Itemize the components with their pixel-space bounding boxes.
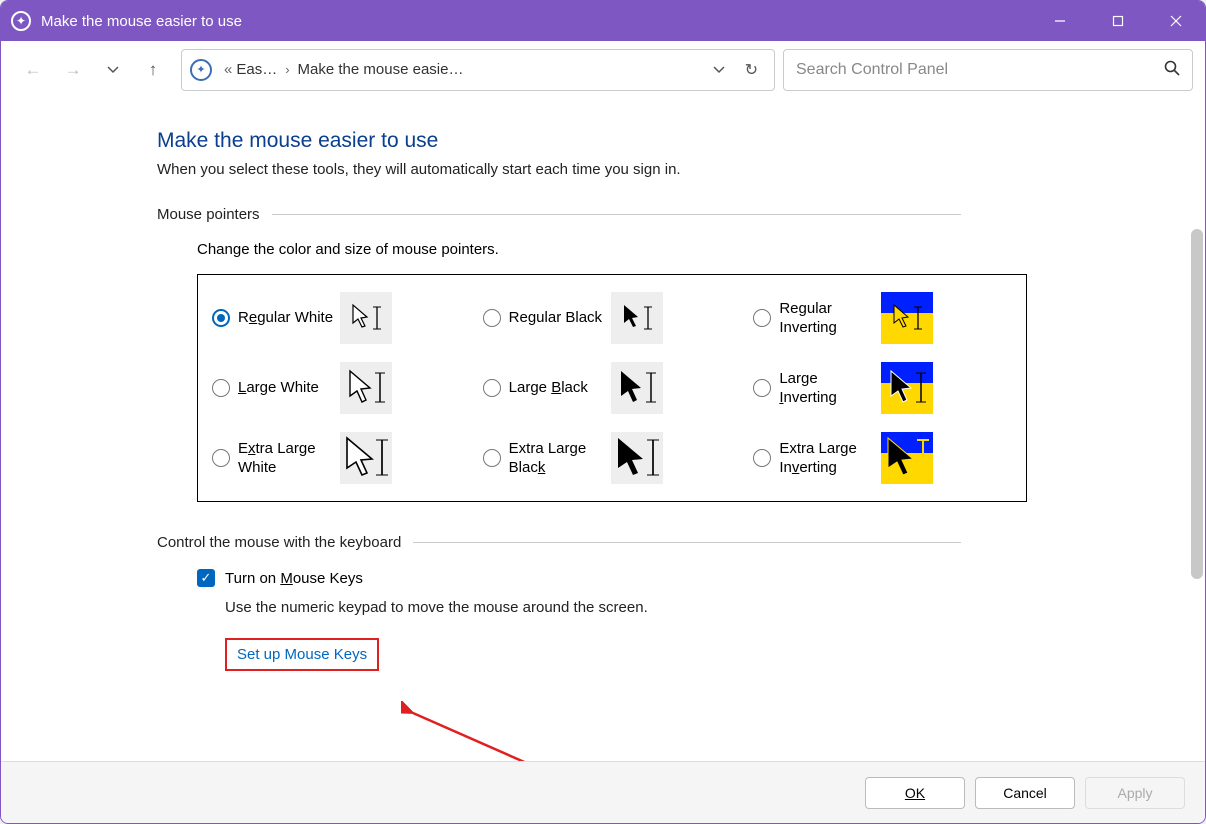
- control-panel-icon: ✦: [190, 59, 212, 81]
- up-button[interactable]: ↑: [133, 50, 173, 90]
- preview-xl-inverting: [881, 432, 933, 484]
- mouse-keys-label: Turn on Mouse Keys: [225, 570, 363, 587]
- option-large-white[interactable]: Large White: [206, 353, 477, 423]
- apply-button[interactable]: Apply: [1085, 777, 1185, 809]
- setup-mouse-keys-highlight: Set up Mouse Keys: [225, 638, 379, 671]
- pointer-grid: Regular White Regular Black Regular Inve…: [197, 274, 1027, 502]
- radio-xl-white[interactable]: [212, 449, 230, 467]
- scrollbar[interactable]: [1191, 229, 1203, 579]
- ease-of-access-icon: ✦: [11, 11, 31, 31]
- preview-regular-black: [611, 292, 663, 344]
- address-dropdown[interactable]: [701, 62, 737, 77]
- forward-button[interactable]: →: [53, 50, 93, 90]
- window-controls: [1031, 1, 1205, 41]
- chevron-right-icon: ›: [285, 62, 289, 77]
- content-area: Make the mouse easier to use When you se…: [1, 99, 1205, 761]
- search-icon[interactable]: [1164, 60, 1180, 80]
- option-xl-inverting[interactable]: Extra Large Inverting: [747, 423, 1018, 493]
- breadcrumb-item-2[interactable]: Make the mouse easie…: [298, 61, 464, 78]
- page-subtitle: When you select these tools, they will a…: [157, 161, 961, 178]
- preview-regular-white: [340, 292, 392, 344]
- page-content: Make the mouse easier to use When you se…: [1, 99, 1021, 691]
- preview-large-black: [611, 362, 663, 414]
- radio-large-white[interactable]: [212, 379, 230, 397]
- ok-button[interactable]: OK: [865, 777, 965, 809]
- page-title: Make the mouse easier to use: [157, 129, 961, 153]
- titlebar: ✦ Make the mouse easier to use: [1, 1, 1205, 41]
- back-button[interactable]: ←: [13, 50, 53, 90]
- radio-regular-white[interactable]: [212, 309, 230, 327]
- option-regular-white[interactable]: Regular White: [206, 283, 477, 353]
- button-bar: OK Cancel Apply: [1, 761, 1205, 823]
- option-xl-black[interactable]: Extra Large Black: [477, 423, 748, 493]
- section-mouse-pointers: Mouse pointers: [157, 206, 961, 223]
- setup-mouse-keys-link[interactable]: Set up Mouse Keys: [237, 646, 367, 663]
- minimize-button[interactable]: [1031, 1, 1089, 41]
- control-panel-window: ✦ Make the mouse easier to use ← → ↑ ✦ «…: [0, 0, 1206, 824]
- radio-large-inverting[interactable]: [753, 379, 771, 397]
- breadcrumb-item-1[interactable]: Eas…: [236, 61, 277, 78]
- preview-large-inverting: [881, 362, 933, 414]
- option-regular-inverting[interactable]: Regular Inverting: [747, 283, 1018, 353]
- recent-dropdown[interactable]: [93, 50, 133, 90]
- option-large-inverting[interactable]: Large Inverting: [747, 353, 1018, 423]
- mouse-keys-checkbox-row[interactable]: ✓ Turn on Mouse Keys: [197, 569, 961, 587]
- maximize-button[interactable]: [1089, 1, 1147, 41]
- section-keyboard-control: Control the mouse with the keyboard: [157, 534, 961, 551]
- search-input[interactable]: [796, 61, 1164, 79]
- window-title: Make the mouse easier to use: [41, 13, 1031, 30]
- navigation-bar: ← → ↑ ✦ « Eas… › Make the mouse easie… ↻: [1, 41, 1205, 99]
- search-box[interactable]: [783, 49, 1193, 91]
- pointer-desc: Change the color and size of mouse point…: [197, 241, 961, 258]
- radio-regular-black[interactable]: [483, 309, 501, 327]
- close-button[interactable]: [1147, 1, 1205, 41]
- option-regular-black[interactable]: Regular Black: [477, 283, 748, 353]
- radio-large-black[interactable]: [483, 379, 501, 397]
- mouse-keys-desc: Use the numeric keypad to move the mouse…: [225, 599, 961, 616]
- cancel-button[interactable]: Cancel: [975, 777, 1075, 809]
- preview-large-white: [340, 362, 392, 414]
- breadcrumb-overflow[interactable]: «: [224, 61, 232, 78]
- refresh-button[interactable]: ↻: [737, 60, 766, 80]
- preview-regular-inverting: [881, 292, 933, 344]
- mouse-keys-checkbox[interactable]: ✓: [197, 569, 215, 587]
- option-xl-white[interactable]: Extra Large White: [206, 423, 477, 493]
- preview-xl-black: [611, 432, 663, 484]
- radio-xl-inverting[interactable]: [753, 449, 771, 467]
- radio-regular-inverting[interactable]: [753, 309, 771, 327]
- preview-xl-white: [340, 432, 392, 484]
- radio-xl-black[interactable]: [483, 449, 501, 467]
- address-bar[interactable]: ✦ « Eas… › Make the mouse easie… ↻: [181, 49, 775, 91]
- option-large-black[interactable]: Large Black: [477, 353, 748, 423]
